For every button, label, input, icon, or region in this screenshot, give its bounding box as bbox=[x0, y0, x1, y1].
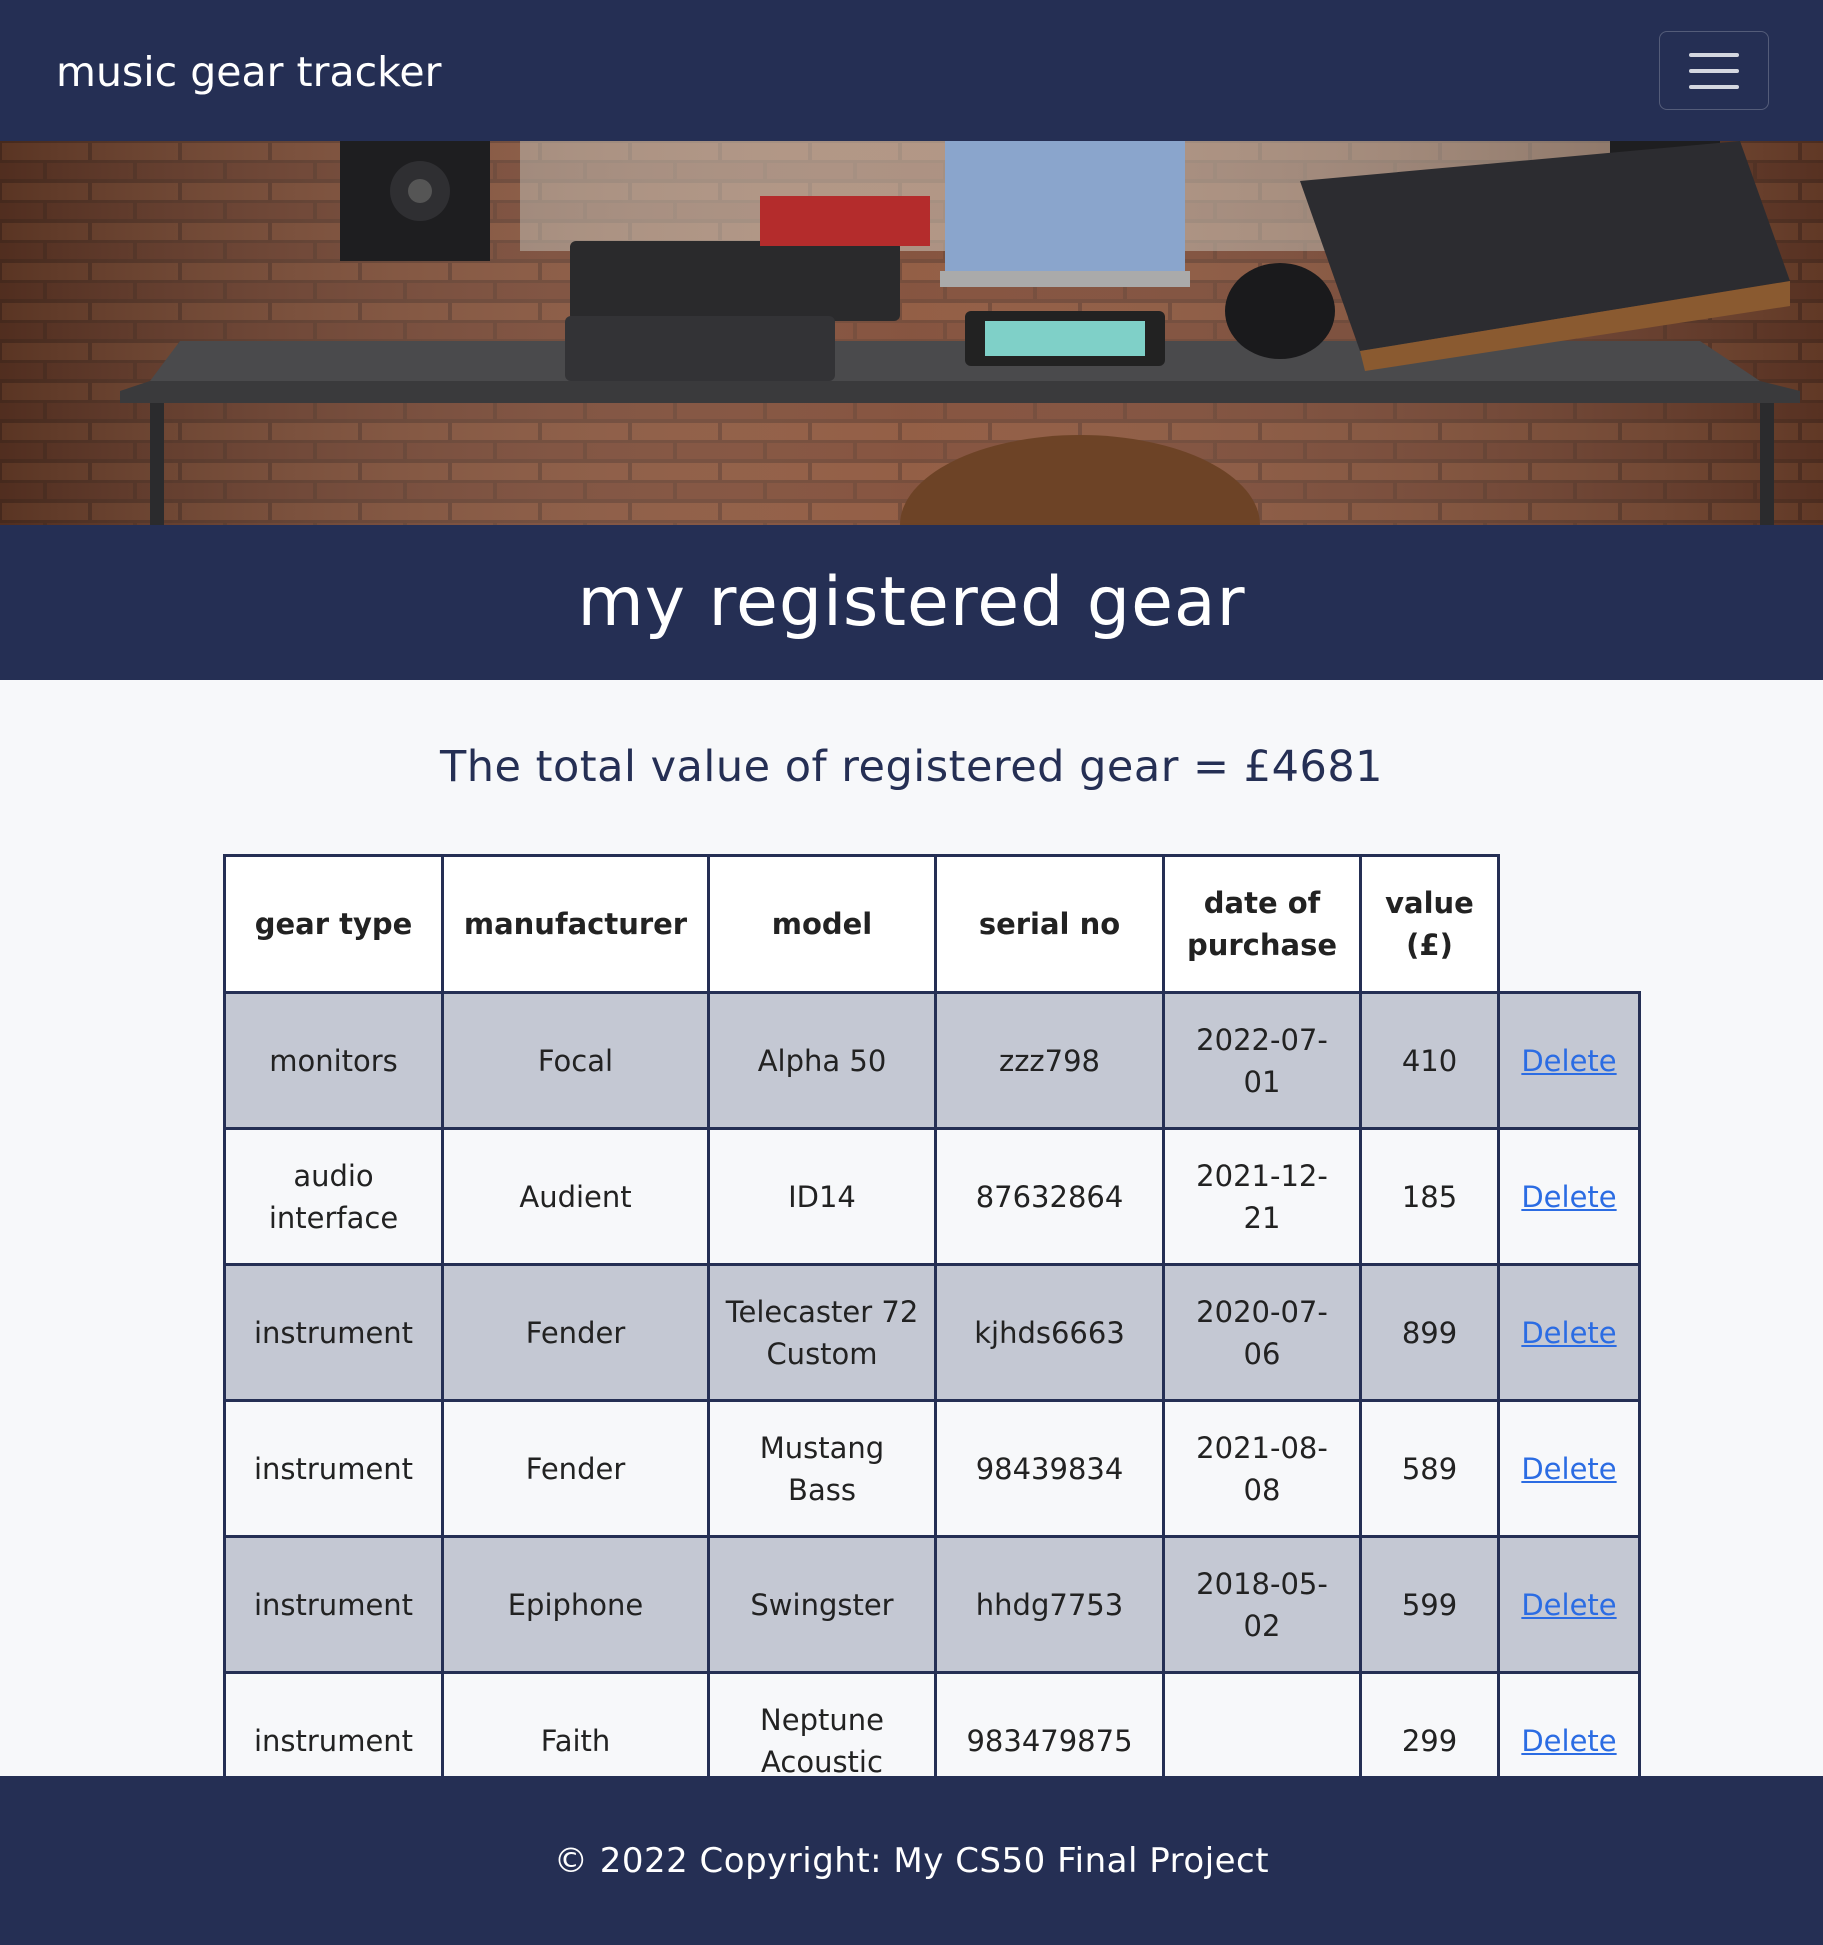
header-manufacturer: manufacturer bbox=[441, 854, 710, 994]
cell-model: Alpha 50 bbox=[707, 991, 937, 1130]
cell-action: Delete bbox=[1497, 1127, 1641, 1266]
delete-link[interactable]: Delete bbox=[1521, 1044, 1616, 1078]
cell-action: Delete bbox=[1497, 1535, 1641, 1674]
cell-manufacturer: Focal bbox=[441, 991, 710, 1130]
hero-image bbox=[0, 141, 1823, 525]
header-date-of-purchase: date of purchase bbox=[1162, 854, 1362, 994]
table-row: instrument Fender Mustang Bass 98439834 … bbox=[223, 1399, 1641, 1538]
total-value-text: The total value of registered gear = £46… bbox=[439, 742, 1384, 792]
table-row: instrument Epiphone Swingster hhdg7753 2… bbox=[223, 1535, 1641, 1674]
footer: © 2022 Copyright: My CS50 Final Project bbox=[0, 1776, 1823, 1945]
cell-value: 899 bbox=[1359, 1263, 1500, 1402]
gear-table-container: gear type manufacturer model serial no d… bbox=[223, 854, 1641, 1810]
cell-date: 2021-08-08 bbox=[1162, 1399, 1362, 1538]
cell-date: 2021-12-21 bbox=[1162, 1127, 1362, 1266]
cell-gear-type: monitors bbox=[223, 991, 444, 1130]
table-row: instrument Fender Telecaster 72 Custom k… bbox=[223, 1263, 1641, 1402]
cell-model: Mustang Bass bbox=[707, 1399, 937, 1538]
cell-serial: hhdg7753 bbox=[934, 1535, 1165, 1674]
delete-link[interactable]: Delete bbox=[1521, 1316, 1616, 1350]
table-row: audio interface Audient ID14 87632864 20… bbox=[223, 1127, 1641, 1266]
table-header-row: gear type manufacturer model serial no d… bbox=[223, 854, 1640, 994]
cell-date: 2020-07-06 bbox=[1162, 1263, 1362, 1402]
cell-manufacturer: Audient bbox=[441, 1127, 710, 1266]
cell-value: 599 bbox=[1359, 1535, 1500, 1674]
cell-manufacturer: Fender bbox=[441, 1399, 710, 1538]
delete-link[interactable]: Delete bbox=[1521, 1452, 1616, 1486]
header-actions bbox=[1497, 855, 1640, 993]
cell-value: 410 bbox=[1359, 991, 1500, 1130]
table-row: monitors Focal Alpha 50 zzz798 2022-07-0… bbox=[223, 991, 1641, 1130]
cell-manufacturer: Epiphone bbox=[441, 1535, 710, 1674]
hamburger-menu-icon bbox=[1689, 52, 1739, 57]
cell-manufacturer: Fender bbox=[441, 1263, 710, 1402]
footer-copyright: © 2022 Copyright: My CS50 Final Project bbox=[553, 1840, 1270, 1881]
delete-link[interactable]: Delete bbox=[1521, 1180, 1616, 1214]
header-model: model bbox=[707, 854, 937, 994]
delete-link[interactable]: Delete bbox=[1521, 1588, 1616, 1622]
page-title: my registered gear bbox=[577, 563, 1246, 642]
header-value: value (£) bbox=[1359, 854, 1500, 994]
cell-value: 589 bbox=[1359, 1399, 1500, 1538]
cell-gear-type: audio interface bbox=[223, 1127, 444, 1266]
cell-date: 2018-05-02 bbox=[1162, 1535, 1362, 1674]
cell-action: Delete bbox=[1497, 1399, 1641, 1538]
cell-serial: 87632864 bbox=[934, 1127, 1165, 1266]
cell-serial: kjhds6663 bbox=[934, 1263, 1165, 1402]
header-gear-type: gear type bbox=[223, 854, 444, 994]
cell-action: Delete bbox=[1497, 1263, 1641, 1402]
header-serial-no: serial no bbox=[934, 854, 1165, 994]
studio-photo bbox=[0, 141, 1823, 525]
cell-gear-type: instrument bbox=[223, 1263, 444, 1402]
cell-serial: 98439834 bbox=[934, 1399, 1165, 1538]
brand-link[interactable]: music gear tracker bbox=[56, 44, 441, 100]
cell-model: ID14 bbox=[707, 1127, 937, 1266]
cell-gear-type: instrument bbox=[223, 1399, 444, 1538]
title-band: my registered gear bbox=[0, 525, 1823, 680]
cell-date: 2022-07-01 bbox=[1162, 991, 1362, 1130]
menu-toggle-button[interactable] bbox=[1659, 31, 1769, 110]
cell-action: Delete bbox=[1497, 991, 1641, 1130]
cell-model: Swingster bbox=[707, 1535, 937, 1674]
cell-model: Telecaster 72 Custom bbox=[707, 1263, 937, 1402]
cell-serial: zzz798 bbox=[934, 991, 1165, 1130]
navbar: music gear tracker bbox=[0, 0, 1823, 141]
hamburger-menu-icon bbox=[1689, 84, 1739, 89]
hamburger-menu-icon bbox=[1689, 68, 1739, 73]
delete-link[interactable]: Delete bbox=[1521, 1724, 1616, 1758]
cell-gear-type: instrument bbox=[223, 1535, 444, 1674]
cell-value: 185 bbox=[1359, 1127, 1500, 1266]
gear-table: gear type manufacturer model serial no d… bbox=[223, 854, 1641, 1810]
